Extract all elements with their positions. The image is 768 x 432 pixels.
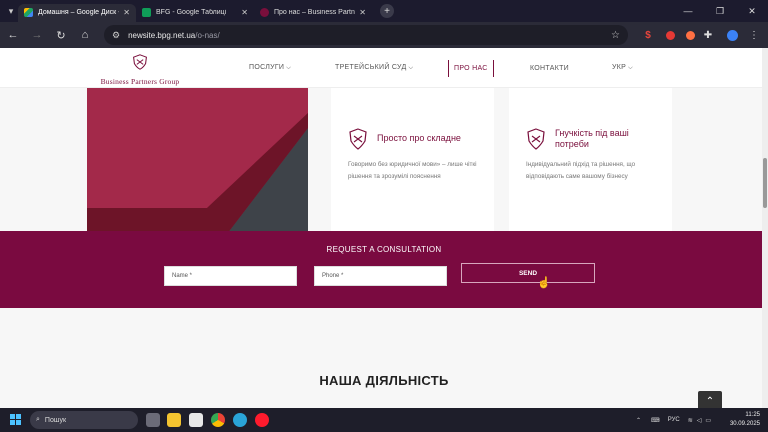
chevron-down-icon: ⌵ xyxy=(408,65,414,71)
menu-item-language[interactable]: УКР ⌵ xyxy=(612,64,633,72)
home-icon[interactable]: ⌂ xyxy=(74,24,96,46)
tab-about-us[interactable]: Про нас – Business Partners ✕ xyxy=(254,4,372,22)
feature-card: Просто про складне Говоримо без юридично… xyxy=(331,88,494,234)
scroll-to-top-button[interactable]: ⌃ xyxy=(698,391,722,408)
menu-item-arbitration[interactable]: ТРЕТЕЙСЬКИЙ СУД ⌵ xyxy=(335,64,413,72)
windows-taskbar: ⌕ Пошук ⌃ ⌨ РУС ≋ ◁ ▭ 11:25 30.09.2025 xyxy=(0,408,768,432)
tab-title: Домашня – Google Диск - xyxy=(38,9,120,16)
url-path: /o-nas/ xyxy=(195,30,220,40)
keyboard-icon[interactable]: ⌨ xyxy=(651,417,660,424)
minimize-icon[interactable]: — xyxy=(672,0,704,22)
consultation-heading: REQUEST A CONSULTATION xyxy=(326,245,442,254)
url-host: newsite.bpg.net.ua xyxy=(128,30,196,40)
site-favicon-icon xyxy=(260,8,269,17)
tab-title: BFG - Google Таблиці xyxy=(156,9,227,16)
google-drive-icon xyxy=(24,8,33,17)
shield-icon xyxy=(527,128,545,150)
menu-item-services[interactable]: ПОСЛУГИ ⌵ xyxy=(249,64,291,72)
name-input[interactable]: Name * xyxy=(164,266,297,286)
shield-icon xyxy=(349,128,367,150)
activity-heading: НАША ДІЯЛЬНІСТЬ xyxy=(319,373,449,388)
tray-chevron-icon[interactable]: ⌃ xyxy=(636,417,641,424)
menu-label: ТРЕТЕЙСЬКИЙ СУД xyxy=(335,64,407,71)
menu-item-about[interactable]: ПРО НАС xyxy=(448,59,494,77)
close-icon[interactable]: ✕ xyxy=(241,8,248,17)
maximize-icon[interactable]: ❐ xyxy=(704,0,736,22)
store-icon[interactable] xyxy=(189,413,203,427)
reload-icon[interactable]: ↻ xyxy=(50,24,72,46)
close-window-icon[interactable]: ✕ xyxy=(736,0,768,22)
feature-title: Просто про складне xyxy=(377,133,461,143)
volume-icon[interactable]: ◁ xyxy=(697,417,702,424)
google-sheets-icon xyxy=(142,8,151,17)
back-icon[interactable]: ← xyxy=(2,24,24,46)
menu-label: УКР xyxy=(612,64,627,71)
menu-label: ПОСЛУГИ xyxy=(249,64,285,71)
close-icon[interactable]: ✕ xyxy=(123,8,130,17)
extensions-puzzle-icon[interactable]: ✚ xyxy=(698,25,718,45)
clock-time: 11:25 xyxy=(745,412,760,418)
site-info-icon[interactable]: ⚙ xyxy=(112,30,120,41)
extension-orange-icon[interactable] xyxy=(680,25,700,45)
taskbar-clock[interactable]: 11:25 30.09.2025 xyxy=(730,411,760,429)
feature-photo xyxy=(87,88,308,234)
chevron-down-icon: ⌵ xyxy=(628,65,633,71)
telegram-icon[interactable] xyxy=(233,413,247,427)
chevron-down-icon: ⌵ xyxy=(286,65,292,71)
windows-start-icon[interactable] xyxy=(10,414,21,425)
tab-strip: ▾ Домашня – Google Диск - ✕ BFG - Google… xyxy=(0,0,768,22)
task-view-icon[interactable] xyxy=(146,413,160,427)
language-indicator[interactable]: РУС xyxy=(668,417,680,423)
tab-title: Про нас – Business Partners xyxy=(274,9,355,16)
clock-date: 30.09.2025 xyxy=(729,421,760,427)
new-tab-button[interactable]: + xyxy=(380,4,394,18)
logo-shield-icon xyxy=(133,54,147,70)
menu-label: КОНТАКТИ xyxy=(530,64,569,72)
page-scrollbar[interactable] xyxy=(762,48,768,408)
address-bar[interactable]: ⚙ newsite.bpg.net.ua/o-nas/ ☆ xyxy=(104,25,628,45)
taskbar-search[interactable]: ⌕ Пошук xyxy=(30,411,138,429)
site-header: Business Partners Group ПОСЛУГИ ⌵ ТРЕТЕЙС… xyxy=(0,48,768,88)
browser-window: ▾ Домашня – Google Диск - ✕ BFG - Google… xyxy=(0,0,768,432)
menu-label: ПРО НАС xyxy=(454,64,488,72)
profile-avatar[interactable] xyxy=(722,25,742,45)
web-page: Business Partners Group ПОСЛУГИ ⌵ ТРЕТЕЙС… xyxy=(0,48,768,408)
opera-icon[interactable] xyxy=(255,413,269,427)
file-explorer-icon[interactable] xyxy=(167,413,181,427)
feature-card: Гнучкість під ваші потреби Індивідуальни… xyxy=(509,88,672,234)
extension-red-icon[interactable] xyxy=(660,25,680,45)
bookmark-star-icon[interactable]: ☆ xyxy=(611,30,620,41)
feature-description: Говоримо без юридичної мови» – лише чітк… xyxy=(348,161,477,180)
browser-menu-icon[interactable]: ⋮ xyxy=(744,25,764,45)
window-controls: — ❐ ✕ xyxy=(672,0,768,22)
folder-photo-image xyxy=(87,88,308,234)
logo-text: Business Partners Group xyxy=(100,77,180,86)
url-text: newsite.bpg.net.ua/o-nas/ xyxy=(128,31,220,40)
send-button[interactable]: SEND xyxy=(461,263,595,283)
consultation-section: REQUEST A CONSULTATION Name * Phone * SE… xyxy=(0,231,768,308)
extension-dollar-icon[interactable]: $ xyxy=(638,25,658,45)
phone-input[interactable]: Phone * xyxy=(314,266,447,286)
forward-icon[interactable]: → xyxy=(26,24,48,46)
close-icon[interactable]: ✕ xyxy=(359,8,366,17)
tab-search-icon[interactable]: ▾ xyxy=(4,4,18,18)
system-tray: ⌃ ⌨ РУС ≋ ◁ ▭ xyxy=(636,408,711,432)
hand-cursor-icon: ☝ xyxy=(537,277,551,289)
feature-title: Гнучкість під ваші потреби xyxy=(555,128,629,149)
site-logo[interactable]: Business Partners Group xyxy=(88,54,192,86)
scrollbar-thumb[interactable] xyxy=(763,158,767,208)
wifi-icon[interactable]: ≋ xyxy=(688,417,693,424)
search-icon: ⌕ xyxy=(36,416,40,423)
battery-icon[interactable]: ▭ xyxy=(705,417,711,424)
browser-toolbar: ← → ↻ ⌂ ⚙ newsite.bpg.net.ua/o-nas/ ☆ $ … xyxy=(0,22,768,48)
feature-description: Індивідуальний підхід та рішення, що від… xyxy=(526,161,636,180)
menu-item-contacts[interactable]: КОНТАКТИ xyxy=(530,65,569,72)
tab-google-sheets[interactable]: BFG - Google Таблиці ✕ xyxy=(136,4,254,22)
search-label: Пошук xyxy=(44,416,67,424)
tab-google-drive[interactable]: Домашня – Google Диск - ✕ xyxy=(18,3,136,22)
chrome-icon[interactable] xyxy=(211,413,225,427)
